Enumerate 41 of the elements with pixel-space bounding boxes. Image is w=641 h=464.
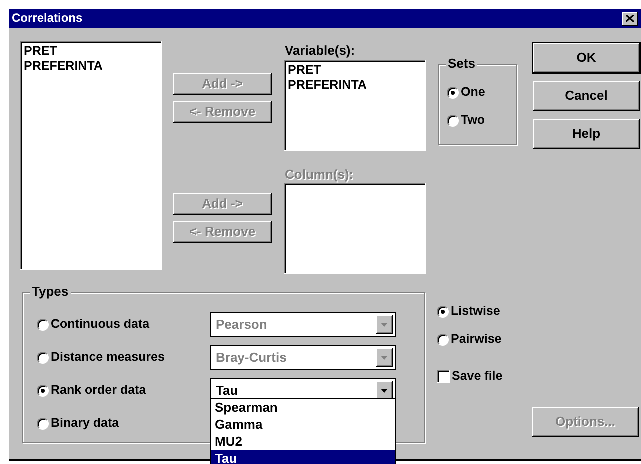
- dropdown-option[interactable]: Tau: [211, 450, 395, 464]
- window-title: Correlations: [12, 11, 83, 26]
- radio-button[interactable]: [437, 334, 449, 346]
- list-item[interactable]: PRET: [288, 62, 422, 78]
- radio-button[interactable]: [37, 352, 49, 364]
- radio-button[interactable]: [37, 384, 49, 396]
- radio-button[interactable]: [447, 114, 459, 126]
- radio-label: One: [461, 85, 486, 100]
- radio-label: Listwise: [451, 304, 500, 319]
- radio-label: Distance measures: [51, 350, 165, 365]
- push-button[interactable]: OK: [533, 43, 640, 73]
- push-button[interactable]: Cancel: [533, 81, 640, 111]
- radio-label: Pairwise: [451, 332, 502, 347]
- list-item[interactable]: PRET: [24, 44, 158, 59]
- dropdown-option[interactable]: Gamma: [211, 416, 395, 433]
- list-label: Variable(s):: [284, 43, 356, 59]
- radio-button[interactable]: [447, 86, 459, 98]
- radio-button[interactable]: [437, 306, 449, 318]
- push-button[interactable]: Help: [533, 119, 640, 149]
- list-item[interactable]: PREFERINTA: [288, 78, 422, 93]
- group-label: Types: [30, 284, 71, 300]
- caret-icon: [381, 322, 388, 326]
- radio-label: Continuous data: [51, 317, 150, 332]
- radio-button[interactable]: [37, 418, 49, 430]
- variable-list[interactable]: PRET PREFERINTA: [20, 41, 162, 270]
- selected-variables-list[interactable]: [284, 183, 426, 274]
- close-button[interactable]: [622, 12, 638, 26]
- checkbox[interactable]: [437, 370, 450, 383]
- close-icon: [626, 15, 634, 22]
- selected-variables-list[interactable]: PRET PREFERINTA: [284, 60, 426, 151]
- radio-button[interactable]: [37, 318, 49, 330]
- radio-label: Rank order data: [51, 383, 146, 398]
- caret-icon: [381, 356, 388, 360]
- dropdown-list[interactable]: Spearman Gamma MU2 Tau: [210, 398, 396, 464]
- dropdown-option[interactable]: MU2: [211, 433, 395, 450]
- list-label: Column(s):: [284, 166, 355, 182]
- checkbox-label: Save file: [452, 369, 503, 384]
- radio-label: Two: [461, 113, 486, 128]
- caret-icon: [381, 388, 388, 392]
- list-item[interactable]: PREFERINTA: [24, 59, 158, 74]
- radio-label: Binary data: [51, 416, 120, 431]
